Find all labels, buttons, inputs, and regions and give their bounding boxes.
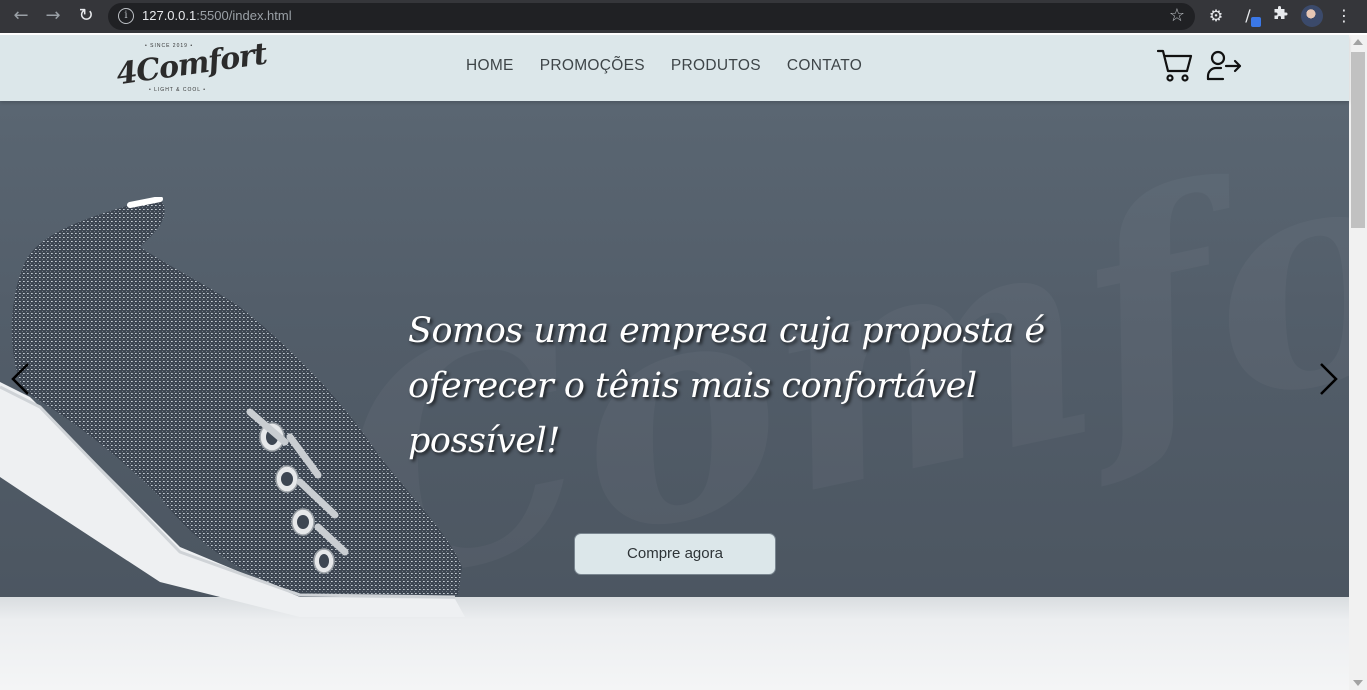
- profile-avatar[interactable]: [1301, 5, 1323, 27]
- site-info-icon[interactable]: i: [118, 8, 134, 24]
- back-arrow-icon[interactable]: ←: [10, 5, 32, 27]
- scroll-down-arrow[interactable]: [1353, 680, 1363, 686]
- browser-toolbar: ← → ↻ i 127.0.0.1:5500/index.html ☆ ⚙ ∕ …: [0, 0, 1367, 33]
- main-nav: HOME PROMOÇÕES PRODUTOS CONTATO: [466, 57, 862, 75]
- bookmark-star-icon[interactable]: ☆: [1169, 5, 1185, 26]
- chevron-right-icon[interactable]: [1317, 361, 1341, 397]
- buy-now-button[interactable]: Compre agora: [574, 533, 776, 575]
- nav-produtos[interactable]: PRODUTOS: [671, 57, 761, 75]
- hero-carousel: Comfort: [0, 101, 1349, 690]
- forward-arrow-icon[interactable]: →: [42, 5, 64, 27]
- chevron-left-icon[interactable]: [8, 361, 32, 397]
- site-header: • SINCE 2019 • 4Comfort • LIGHT & COOL •…: [0, 35, 1349, 101]
- logo[interactable]: • SINCE 2019 • 4Comfort • LIGHT & COOL •: [113, 37, 268, 97]
- scroll-up-arrow[interactable]: [1353, 39, 1363, 45]
- hero-headline: Somos uma empresa cuja proposta é oferec…: [408, 311, 1045, 461]
- logo-tagline: • LIGHT & COOL •: [149, 87, 207, 93]
- login-icon[interactable]: [1206, 49, 1242, 83]
- url-text[interactable]: 127.0.0.1:5500/index.html: [142, 8, 292, 23]
- extension-gear-icon[interactable]: ⚙: [1206, 6, 1226, 26]
- nav-promocoes[interactable]: PROMOÇÕES: [540, 57, 645, 75]
- address-bar[interactable]: i 127.0.0.1:5500/index.html ☆: [108, 3, 1195, 30]
- sneaker-image: [0, 197, 465, 617]
- extension-badge: [1251, 17, 1261, 27]
- reload-icon[interactable]: ↻: [75, 5, 97, 27]
- nav-home[interactable]: HOME: [466, 57, 514, 75]
- kebab-menu-icon[interactable]: ⋮: [1334, 6, 1354, 26]
- scrollbar-thumb[interactable]: [1351, 52, 1365, 228]
- nav-contato[interactable]: CONTATO: [787, 57, 862, 75]
- puzzle-icon[interactable]: [1270, 6, 1290, 26]
- cart-icon[interactable]: [1156, 48, 1193, 84]
